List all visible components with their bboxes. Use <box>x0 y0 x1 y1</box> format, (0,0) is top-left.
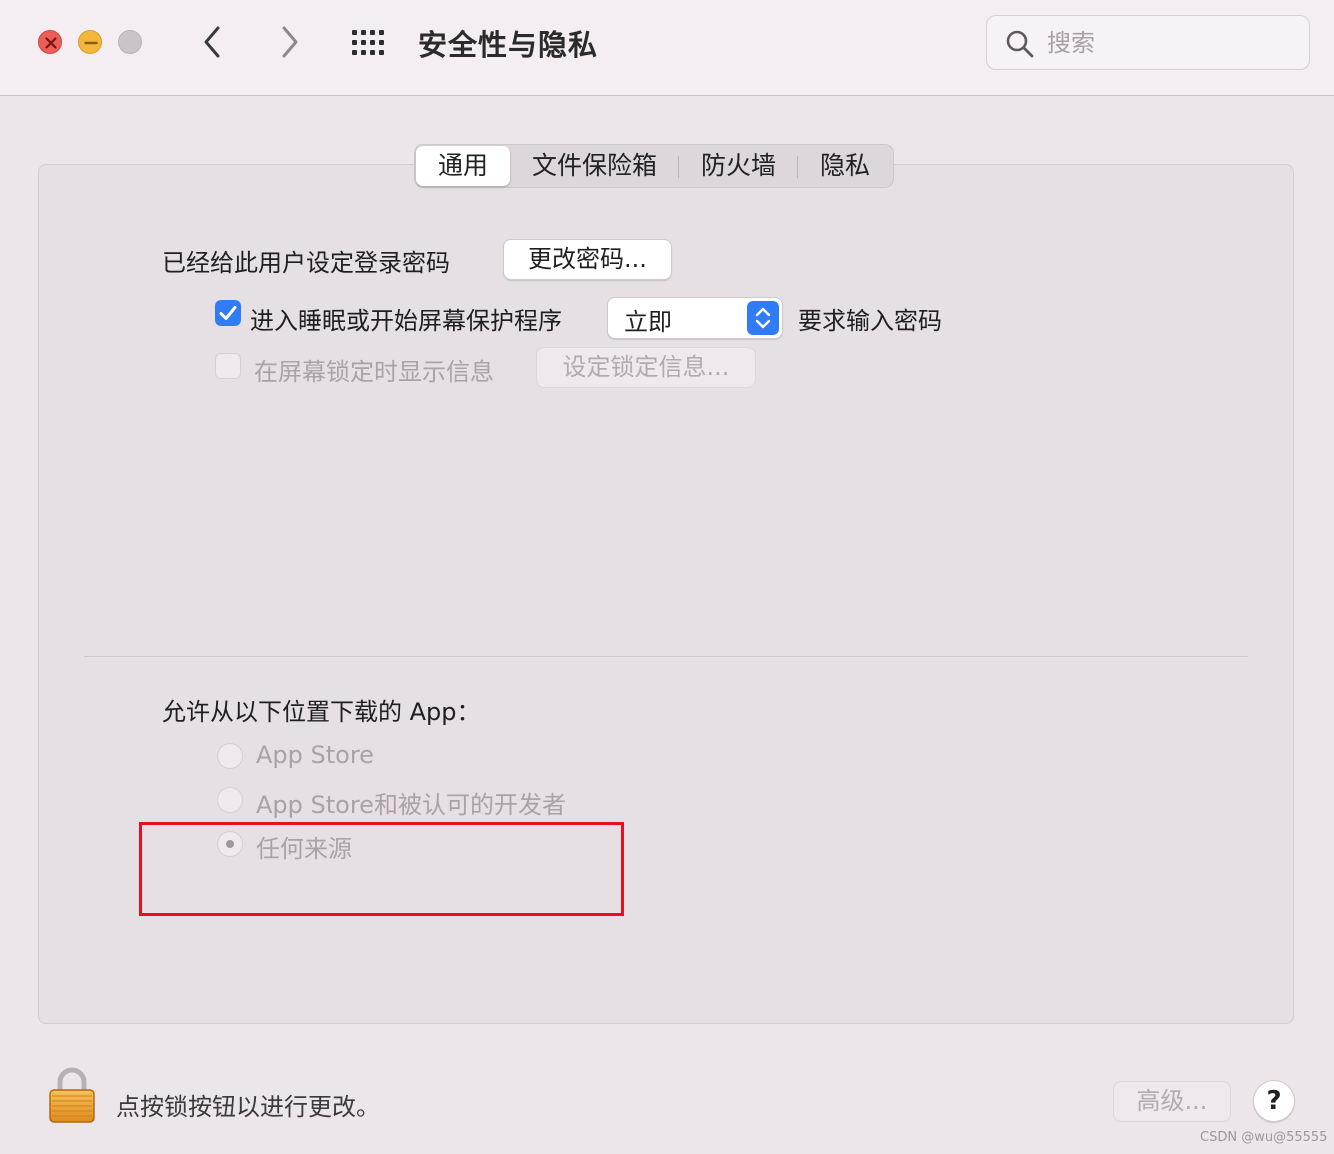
search-field[interactable] <box>986 15 1310 70</box>
annotation-highlight-box <box>139 822 624 916</box>
search-input[interactable] <box>1047 26 1287 60</box>
search-icon <box>1006 30 1034 58</box>
forward-button[interactable] <box>274 22 304 62</box>
show-message-label: 在屏幕锁定时显示信息 <box>254 358 494 386</box>
downloads-heading: 允许从以下位置下载的 App： <box>162 698 481 726</box>
minimize-window-button[interactable] <box>78 30 102 54</box>
help-button[interactable]: ? <box>1253 1080 1295 1122</box>
zoom-window-button[interactable] <box>118 30 142 54</box>
section-divider <box>84 656 1248 657</box>
tab-firewall[interactable]: 防火墙 <box>679 146 799 186</box>
popup-arrows <box>747 301 779 335</box>
chevron-left-icon <box>204 26 220 58</box>
require-password-label: 进入睡眠或开始屏幕保护程序 <box>250 307 562 335</box>
lock-hint-text: 点按锁按钮以进行更改。 <box>116 1093 380 1121</box>
popup-selected-value: 立即 <box>624 308 672 336</box>
tab-privacy[interactable]: 隐私 <box>798 146 892 186</box>
show-all-button[interactable] <box>350 28 390 58</box>
radio-label-app-store: App Store <box>256 741 374 769</box>
title-bar: 安全性与隐私 <box>0 0 1334 96</box>
tab-bar: 通用 文件保险箱 防火墙 隐私 <box>414 144 895 188</box>
radio-app-store-identified[interactable] <box>217 787 243 813</box>
minimize-icon <box>84 41 98 45</box>
radio-label-app-store-identified: App Store和被认可的开发者 <box>256 791 566 819</box>
require-password-delay-popup[interactable]: 立即 <box>607 297 783 339</box>
back-button[interactable] <box>198 22 228 62</box>
tab-label: 通用 <box>438 151 489 180</box>
close-icon <box>45 37 57 49</box>
require-password-checkbox[interactable] <box>215 300 241 326</box>
lock-icon <box>49 1067 95 1123</box>
checkmark-icon <box>219 306 237 320</box>
up-down-chevron-icon <box>755 307 771 329</box>
watermark-text: CSDN @wu@55555 <box>1200 1130 1328 1145</box>
show-message-checkbox[interactable] <box>215 353 241 379</box>
radio-app-store[interactable] <box>217 743 243 769</box>
tab-filevault[interactable]: 文件保险箱 <box>510 146 680 186</box>
lock-button[interactable] <box>48 1066 96 1128</box>
grid-icon <box>352 30 384 55</box>
tab-general[interactable]: 通用 <box>416 146 511 186</box>
require-password-suffix: 要求输入密码 <box>798 307 942 335</box>
close-window-button[interactable] <box>38 30 62 54</box>
window-title: 安全性与隐私 <box>418 28 599 62</box>
change-password-button[interactable]: 更改密码... <box>503 239 672 280</box>
set-lock-message-button[interactable]: 设定锁定信息... <box>536 347 756 388</box>
tab-label: 隐私 <box>820 151 871 180</box>
tab-label: 文件保险箱 <box>532 151 658 180</box>
password-set-label: 已经给此用户设定登录密码 <box>162 249 450 277</box>
tab-label: 防火墙 <box>701 151 777 180</box>
advanced-button[interactable]: 高级... <box>1113 1081 1231 1122</box>
chevron-right-icon <box>282 26 298 58</box>
